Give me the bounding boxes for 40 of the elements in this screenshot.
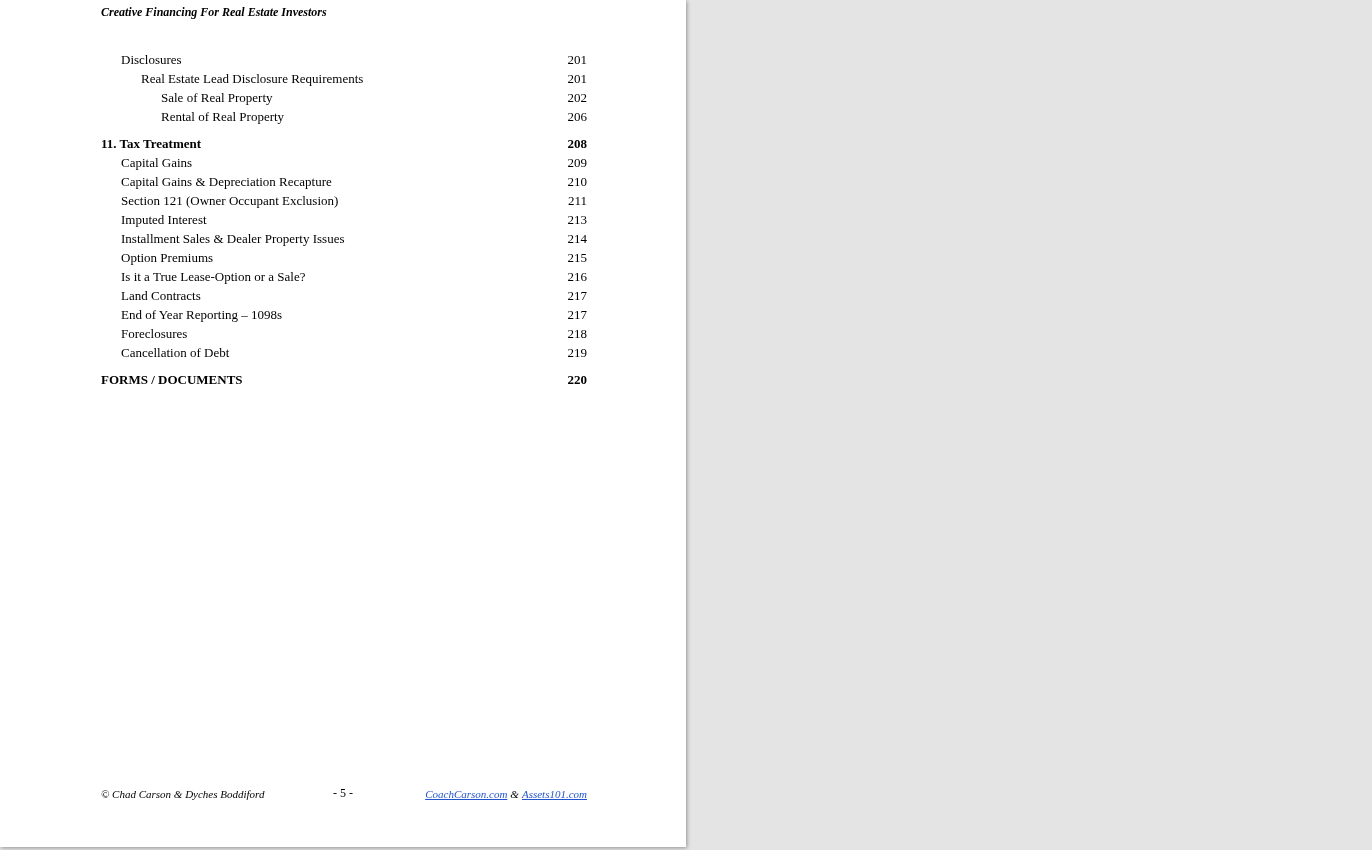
toc-entry-title: Sale of Real Property [161, 89, 273, 106]
toc-page-number: 215 [567, 249, 587, 266]
website-link[interactable]: CoachCarson.com [425, 787, 508, 800]
ampersand-text: & [510, 787, 519, 800]
toc-entry-title: Cancellation of Debt [121, 344, 230, 361]
toc-entry-title: Imputed Interest [121, 211, 207, 228]
toc-page-number: 211 [567, 192, 587, 209]
toc-page-number: 202 [567, 89, 587, 106]
toc-entry-title: Installment Sales & Dealer Property Issues [121, 230, 345, 247]
toc-page-number: 214 [567, 230, 587, 247]
copyright-text: © Chad Carson & Dyches Boddiford [101, 787, 266, 800]
toc-entry-title: End of Year Reporting – 1098s [121, 306, 283, 323]
toc-entry-title: Foreclosures [121, 325, 188, 342]
toc-page-number: 201 [567, 70, 587, 87]
toc-page-number: 217 [567, 287, 587, 304]
toc-entry-title: Capital Gains [121, 154, 193, 171]
page-number: - 5 - [333, 786, 353, 801]
toc-page-number: 219 [567, 344, 587, 361]
toc-page-number: 220 [567, 371, 587, 388]
toc-entry-title: FORMS / DOCUMENTS [101, 371, 243, 388]
toc-entry-title: Is it a True Lease-Option or a Sale? [121, 268, 306, 285]
toc-entry-title: Rental of Real Property [161, 108, 285, 125]
toc-page-number: 210 [567, 173, 587, 190]
toc-page-number: 216 [567, 268, 587, 285]
toc-entry-title: Option Premiums [121, 249, 214, 266]
toc-entry-title: Disclosures [121, 51, 182, 68]
website-link[interactable]: Assets101.com [521, 787, 587, 800]
toc-page-number: 206 [567, 108, 587, 125]
toc-entry-title: Real Estate Lead Disclosure Requirements [141, 70, 364, 87]
toc-page-number: 208 [567, 135, 587, 152]
toc-entry-title: 11. Tax Treatment [101, 135, 202, 152]
toc-page-number: 217 [567, 306, 587, 323]
toc-page-number: 201 [567, 51, 587, 68]
toc-page-number: 218 [567, 325, 587, 342]
toc-page-number: 213 [567, 211, 587, 228]
toc-entry-title: Capital Gains & Depreciation Recapture [121, 173, 332, 190]
toc-page-number: 209 [567, 154, 587, 171]
toc-entry-title: Land Contracts [121, 287, 201, 304]
running-header: Creative Financing For Real Estate Investors [101, 5, 327, 20]
toc-entry-title: Section 121 (Owner Occupant Exclusion) [121, 192, 339, 209]
